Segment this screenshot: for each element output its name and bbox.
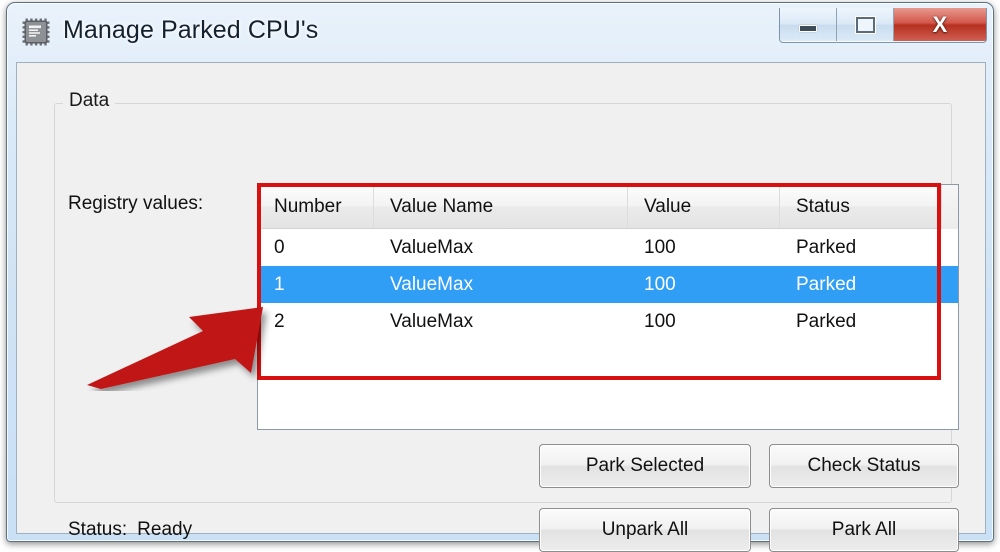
application-window: Manage Parked CPU's X Data Registry valu… <box>6 2 994 552</box>
column-header-value-name[interactable]: Value Name <box>374 185 628 228</box>
minimize-button[interactable] <box>780 8 837 41</box>
check-status-button[interactable]: Check Status <box>769 444 959 488</box>
status-value: Ready <box>137 519 193 540</box>
window-controls: X <box>779 8 987 43</box>
park-all-button[interactable]: Park All <box>769 508 959 552</box>
status-bar: Status: Ready <box>68 519 192 541</box>
client-area: Data Registry values: Number Value Name … <box>16 62 986 552</box>
column-header-status[interactable]: Status <box>780 185 958 228</box>
column-header-number[interactable]: Number <box>258 185 374 228</box>
unpark-all-button[interactable]: Unpark All <box>539 508 751 552</box>
minimize-icon <box>799 25 817 32</box>
cell-number: 1 <box>274 273 285 295</box>
cell-value-name: ValueMax <box>390 236 474 258</box>
close-icon: X <box>932 11 948 37</box>
status-label: Status: <box>68 519 128 540</box>
column-header-value[interactable]: Value <box>628 185 780 228</box>
cell-value-name: ValueMax <box>390 273 474 295</box>
registry-values-listview[interactable]: Number Value Name Value Status 0 ValueMa… <box>257 184 959 430</box>
groupbox-title: Data <box>63 90 116 112</box>
title-bar[interactable]: Manage Parked CPU's X <box>8 4 992 62</box>
cell-value: 100 <box>644 273 676 295</box>
cell-value-name: ValueMax <box>390 310 474 332</box>
maximize-icon <box>855 16 875 33</box>
cpu-chip-icon <box>21 17 51 47</box>
table-row[interactable]: 1 ValueMax 100 Parked <box>258 266 958 303</box>
close-button[interactable]: X <box>894 8 986 41</box>
window-frame-inner: Manage Parked CPU's X Data Registry valu… <box>8 4 992 552</box>
cell-status: Parked <box>796 310 857 332</box>
cell-value: 100 <box>644 236 676 258</box>
cell-number: 2 <box>274 310 285 332</box>
cell-value: 100 <box>644 310 676 332</box>
registry-values-label: Registry values: <box>68 193 204 214</box>
listview-header: Number Value Name Value Status <box>258 185 958 229</box>
cell-status: Parked <box>796 236 857 258</box>
cell-status: Parked <box>796 273 857 295</box>
park-selected-button[interactable]: Park Selected <box>539 444 751 488</box>
cell-number: 0 <box>274 236 285 258</box>
window-title: Manage Parked CPU's <box>63 16 319 44</box>
maximize-button[interactable] <box>837 8 894 41</box>
listview-scrollbar[interactable] <box>941 185 958 229</box>
table-row[interactable]: 2 ValueMax 100 Parked <box>258 303 958 340</box>
table-row[interactable]: 0 ValueMax 100 Parked <box>258 229 958 266</box>
